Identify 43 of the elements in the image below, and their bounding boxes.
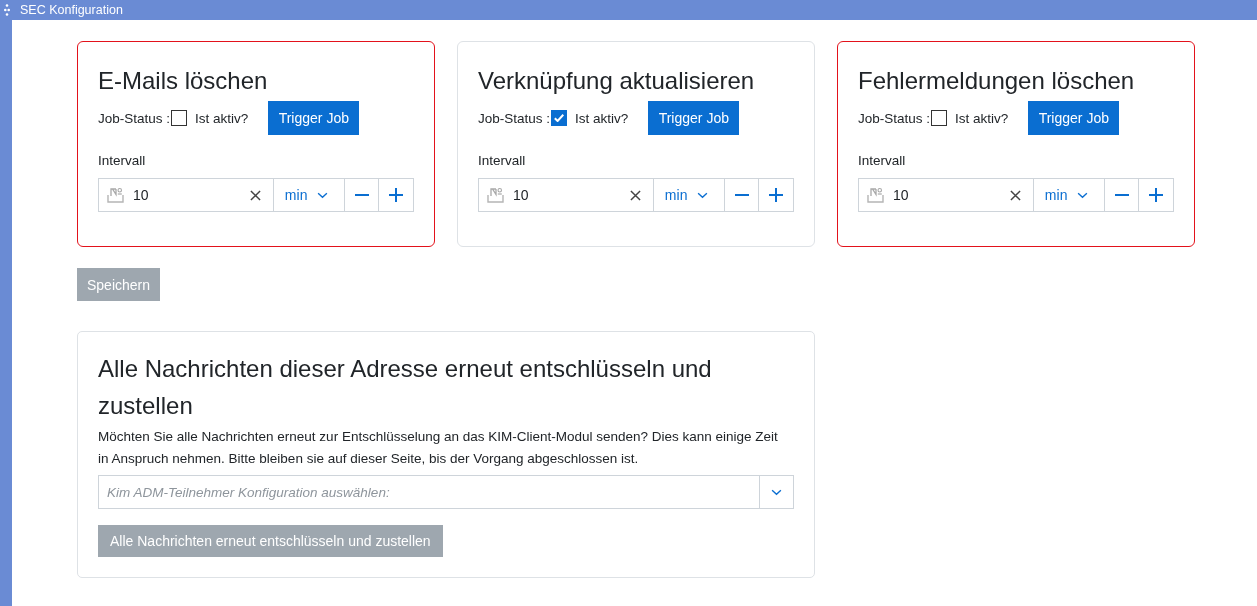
window-title: SEC Konfiguration: [20, 2, 123, 18]
clear-icon[interactable]: [629, 189, 641, 201]
trigger-job-button[interactable]: Trigger Job: [648, 101, 740, 135]
number-input[interactable]: 10: [99, 179, 273, 211]
minus-icon: [734, 194, 749, 196]
plus-icon: [389, 188, 404, 202]
chevron-down-icon: [697, 191, 709, 199]
active-checkbox[interactable]: [171, 110, 188, 126]
job-title: Fehlermeldungen löschen: [858, 66, 1136, 95]
checkbox-label: Ist aktiv?: [575, 110, 629, 126]
tray-icon: [107, 187, 124, 203]
job-status-label: Job-Status :: [858, 110, 931, 126]
trigger-job-button[interactable]: Trigger Job: [1028, 101, 1120, 135]
tray-icon: [487, 187, 504, 203]
chevron-down-icon: [771, 488, 782, 496]
interval-label: Intervall: [478, 152, 527, 170]
chevron-down-icon: [317, 191, 329, 199]
number-input[interactable]: 10: [859, 179, 1033, 211]
checkmark-icon: [554, 114, 565, 122]
minus-icon: [354, 194, 369, 196]
plus-icon: [769, 188, 784, 202]
tray-icon: [867, 187, 884, 203]
job-status-label: Job-Status :: [98, 110, 171, 126]
interval-label: Intervall: [858, 152, 907, 170]
chevron-down-icon: [1077, 191, 1089, 199]
job-title: E-Mails löschen: [98, 66, 269, 95]
minus-icon: [1114, 194, 1129, 196]
grip-icon[interactable]: [4, 4, 10, 16]
checkbox-label: Ist aktiv?: [955, 110, 1009, 126]
panel-description: Möchten Sie alle Nachrichten erneut zur Entschlüsselung an das KIM-Client-Modul senden? Dies kann einige Zeit in Anspruch nehmen. Bitte bleiben sie auf dieser Seite, bis der Vorgang abgeschlossen ist.: [98, 428, 779, 468]
plus-icon: [1149, 188, 1164, 202]
clear-icon[interactable]: [1009, 189, 1021, 201]
interval-label: Intervall: [98, 152, 147, 170]
panel-title: Alle Nachrichten dieser Adresse erneut entschlüsseln und zustellen: [98, 354, 713, 421]
checkbox-label: Ist aktiv?: [195, 110, 249, 126]
number-input[interactable]: 10: [479, 179, 653, 211]
active-checkbox[interactable]: [551, 110, 568, 126]
active-checkbox[interactable]: [931, 110, 948, 126]
job-status-label: Job-Status :: [478, 110, 551, 126]
configuration-select[interactable]: Kim ADM-Teilnehmer Konfiguration auswählen:: [98, 475, 794, 509]
job-title: Verknüpfung aktualisieren: [478, 66, 756, 95]
clear-icon[interactable]: [249, 189, 261, 201]
trigger-job-button[interactable]: Trigger Job: [268, 101, 360, 135]
